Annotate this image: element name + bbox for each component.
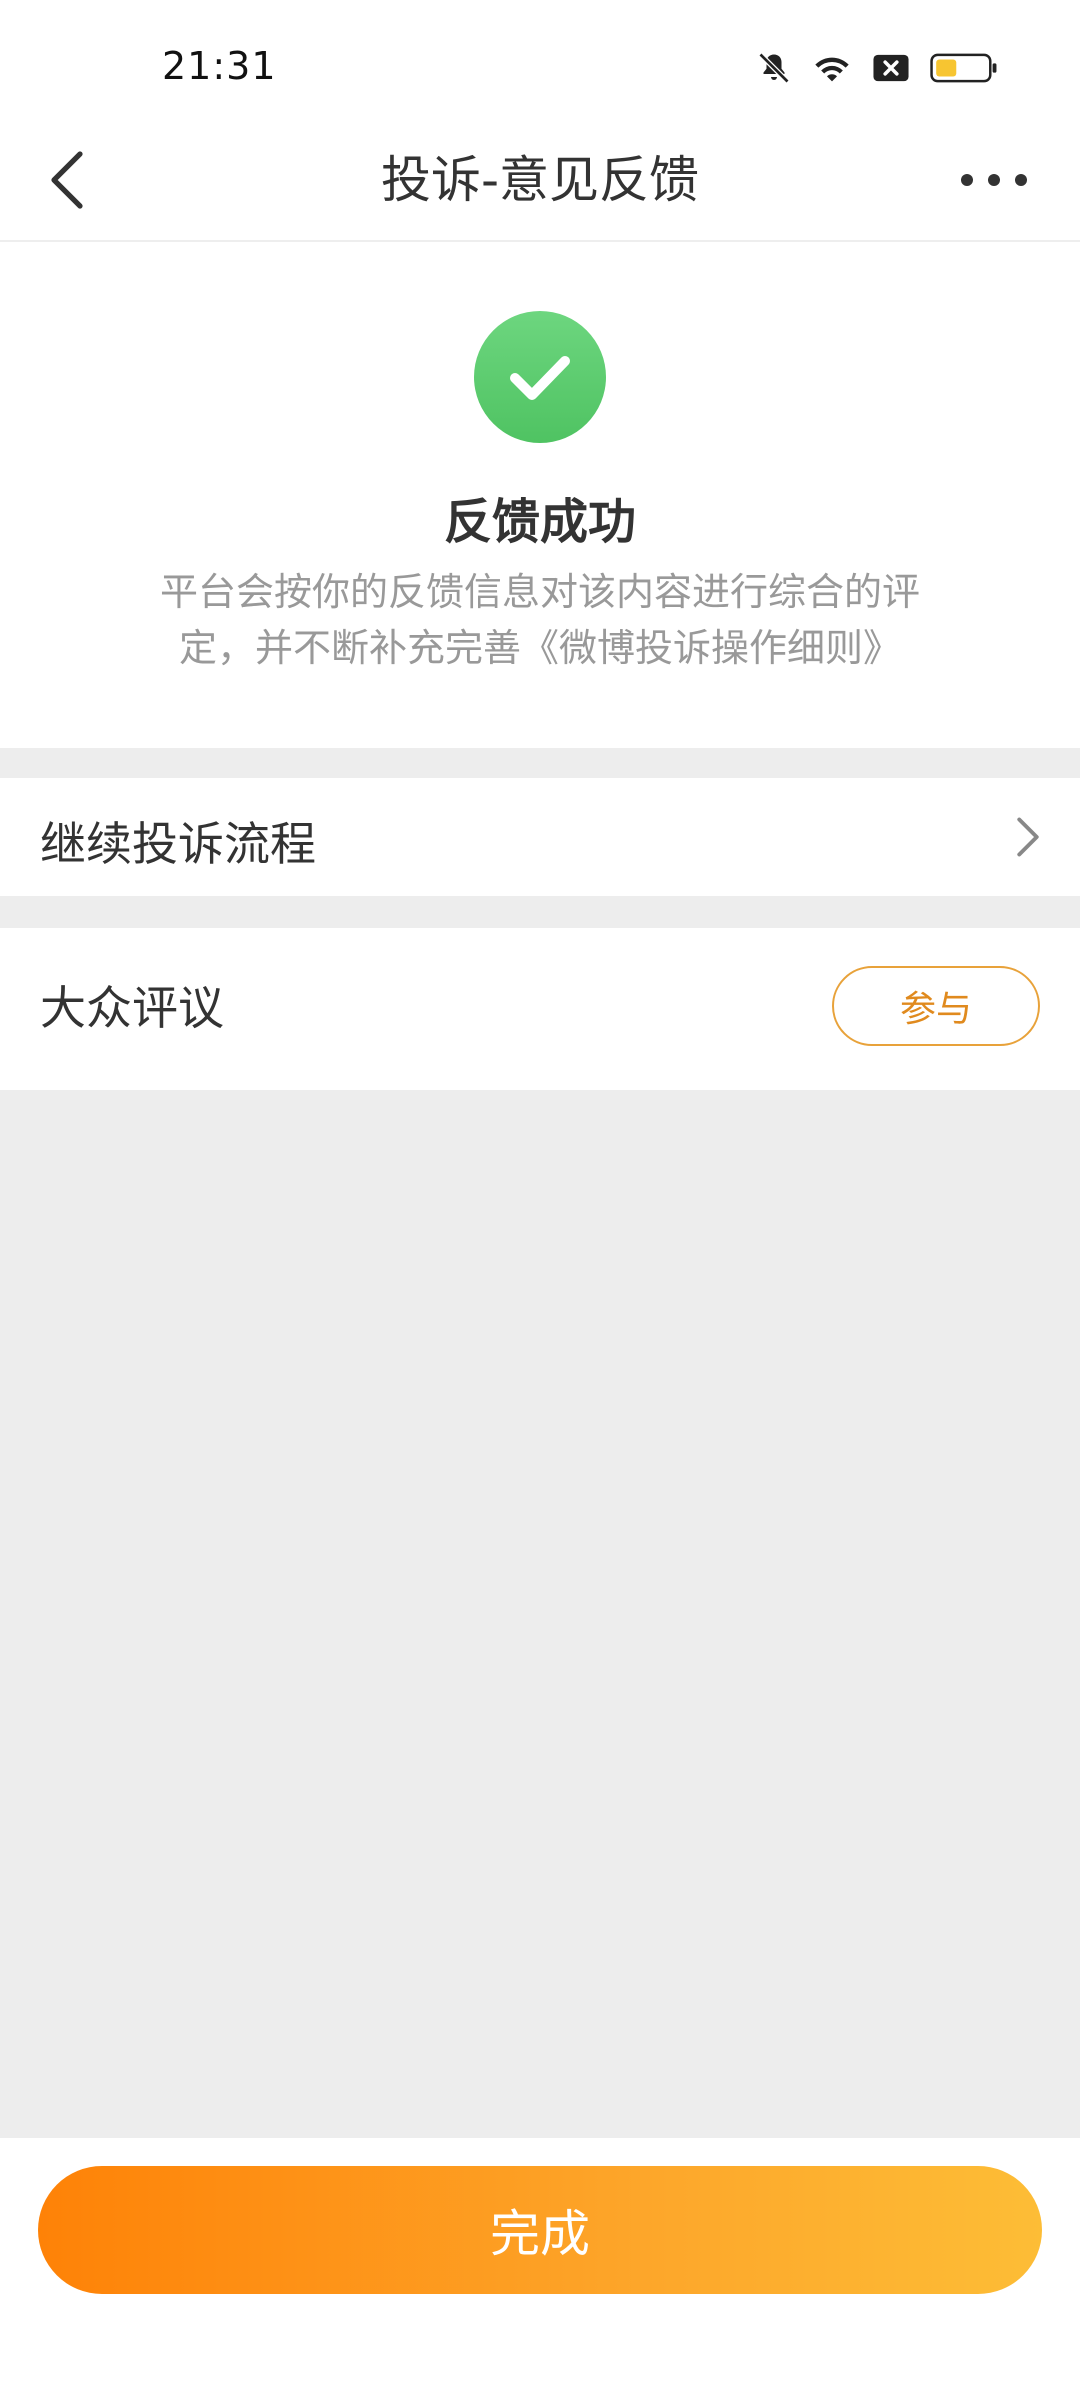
bell-off-icon <box>756 50 792 86</box>
success-card: 反馈成功 平台会按你的反馈信息对该内容进行综合的评 定，并不断补充完善《微博投诉… <box>0 242 1080 748</box>
participate-button[interactable]: 参与 <box>832 966 1040 1046</box>
feedback-success-page: 21:31 投诉-意见反馈 反馈成功 平台会按你的反馈信息对该内容进行综合的评 … <box>0 0 1080 2400</box>
success-description: 平台会按你的反馈信息对该内容进行综合的评 定，并不断补充完善《微博投诉操作细则》 <box>140 564 940 676</box>
status-icons <box>756 48 998 88</box>
public-review-label: 大众评议 <box>40 981 224 1035</box>
more-button[interactable] <box>934 142 1054 218</box>
check-circle-icon <box>474 311 606 443</box>
chevron-right-icon <box>1017 817 1039 857</box>
continue-complaint-label: 继续投诉流程 <box>40 817 316 871</box>
back-button[interactable] <box>28 142 104 218</box>
continue-complaint-row[interactable]: 继续投诉流程 <box>0 778 1080 896</box>
page-title: 投诉-意见反馈 <box>380 151 700 209</box>
sim-disabled-icon <box>872 53 910 83</box>
success-title: 反馈成功 <box>443 494 636 550</box>
done-button[interactable]: 完成 <box>38 2166 1042 2294</box>
more-dots-icon <box>961 174 1027 186</box>
status-time: 21:31 <box>162 44 277 88</box>
status-bar: 21:31 <box>0 0 1080 120</box>
wifi-icon <box>812 51 852 85</box>
chevron-left-icon <box>51 151 83 209</box>
bottom-action-bar: 完成 <box>0 2138 1080 2400</box>
nav-bar: 投诉-意见反馈 <box>0 120 1080 242</box>
success-description-line-2: 定，并不断补充完善《微博投诉操作细则》 <box>178 626 901 670</box>
public-review-row: 大众评议 参与 <box>0 928 1080 1090</box>
success-description-line-1: 平台会按你的反馈信息对该内容进行综合的评 <box>159 570 920 614</box>
battery-icon <box>930 52 998 84</box>
